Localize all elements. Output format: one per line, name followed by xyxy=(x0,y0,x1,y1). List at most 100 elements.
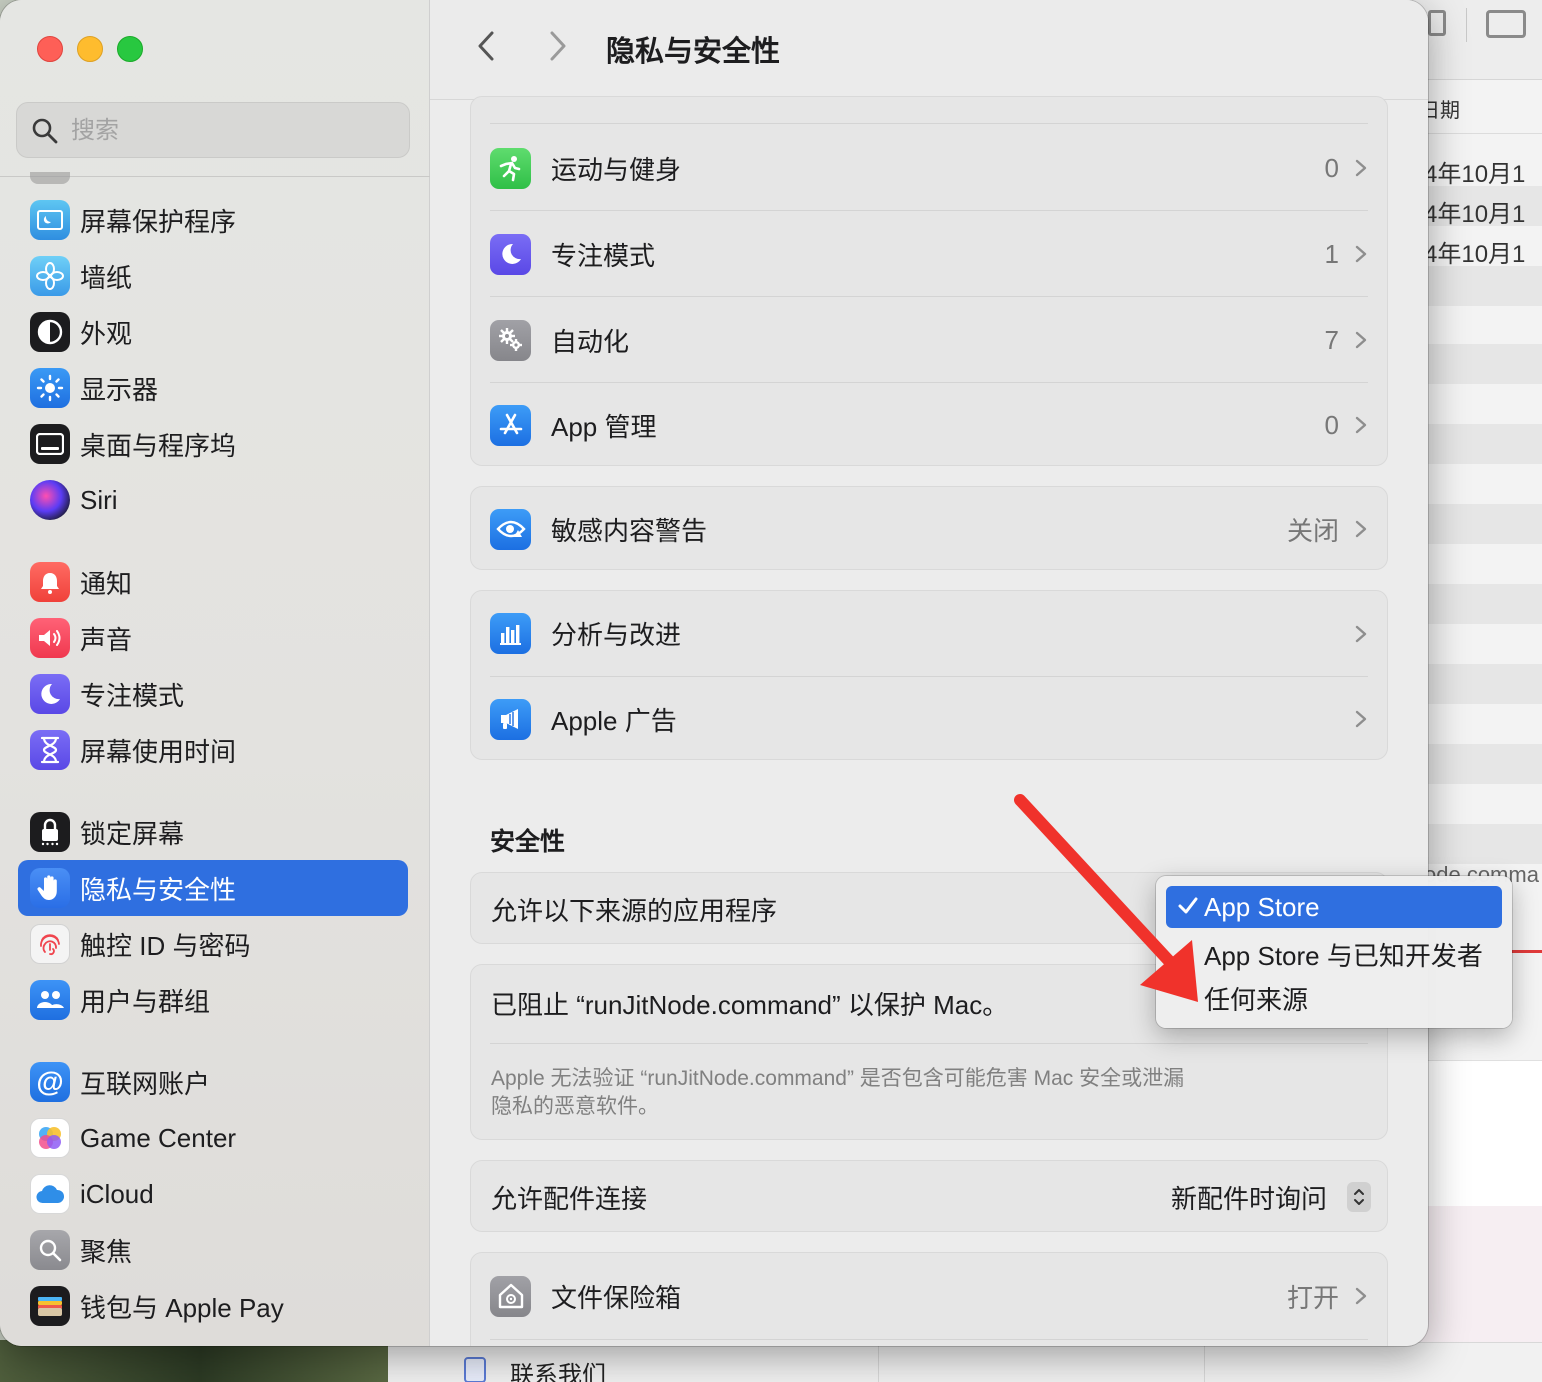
checkmark-icon xyxy=(1178,897,1198,914)
row-fitness[interactable]: 运动与健身 0 xyxy=(471,125,1389,211)
row-automation[interactable]: 自动化 7 xyxy=(471,297,1389,383)
security-section-title: 安全性 xyxy=(490,828,566,856)
sidebar-item-label: 专注模式 xyxy=(80,680,185,711)
row-value: 打开 xyxy=(1286,1282,1339,1313)
row-apple-ads[interactable]: Apple 广告 xyxy=(471,677,1389,761)
menu-item-anywhere[interactable]: 任何来源 xyxy=(1166,974,1502,1016)
sidebar-item-game-center[interactable]: Game Center xyxy=(18,1110,408,1166)
chevron-right-icon xyxy=(1355,520,1367,538)
sensitive-content-card: 敏感内容警告 关闭 xyxy=(470,486,1388,570)
sidebar-item-siri[interactable]: Siri xyxy=(18,472,408,528)
row-count: 7 xyxy=(1324,324,1339,355)
gallery-view-icon[interactable] xyxy=(1486,10,1526,38)
menu-item-label: 任何来源 xyxy=(1204,985,1309,1015)
users-groups-icon xyxy=(30,980,70,1020)
system-settings-window: 屏幕保护程序 墙纸 外观 显示器 桌面与程序坞 xyxy=(0,0,1428,1346)
menu-item-app-store-identified-developers[interactable]: App Store 与已知开发者 xyxy=(1166,930,1502,972)
sidebar-item-notifications[interactable]: 通知 xyxy=(18,554,408,610)
chevron-right-icon xyxy=(1355,416,1367,434)
accessory-popup-value[interactable]: 新配件时询问 xyxy=(1171,1179,1327,1216)
row-label: 允许以下来源的应用程序 xyxy=(491,895,778,926)
chevron-left-icon xyxy=(478,31,494,61)
sidebar-item-desktop-dock[interactable]: 桌面与程序坞 xyxy=(18,416,408,472)
row-value: 关闭 xyxy=(1286,515,1339,546)
chevron-right-icon xyxy=(1355,710,1367,728)
chevron-right-icon xyxy=(1355,1287,1367,1305)
row-label: 敏感内容警告 xyxy=(551,515,708,546)
app-source-popup-menu: App Store App Store 与已知开发者 任何来源 xyxy=(1156,876,1512,1028)
zoom-button[interactable] xyxy=(117,36,143,62)
row-filevault[interactable]: 文件保险箱 打开 xyxy=(471,1253,1389,1339)
notifications-icon xyxy=(30,562,70,602)
analytics-ads-card: 分析与改进 Apple 广告 xyxy=(470,590,1388,760)
row-count: 0 xyxy=(1324,409,1339,440)
sidebar-item-label: 触控 ID 与密码 xyxy=(80,930,251,961)
sidebar-item-wallet[interactable]: 钱包与 Apple Pay xyxy=(18,1278,408,1334)
automation-gears-icon xyxy=(490,319,531,361)
row-divider xyxy=(490,123,1368,124)
background-bottom-window: 联系我们 xyxy=(388,1342,1542,1382)
sidebar-item-icloud[interactable]: iCloud xyxy=(18,1166,408,1222)
close-button[interactable] xyxy=(37,36,63,62)
siri-icon xyxy=(30,480,70,520)
sidebar-item-sound[interactable]: 声音 xyxy=(18,610,408,666)
privacy-permissions-card: 运动与健身 0 专注模式 1 自动化 7 App 管理 0 xyxy=(470,96,1388,466)
row-app-management[interactable]: App 管理 0 xyxy=(471,383,1389,467)
forward-button[interactable] xyxy=(538,26,578,66)
sidebar-item-spotlight[interactable]: 聚焦 xyxy=(18,1222,408,1278)
row-label: 分析与改进 xyxy=(551,620,682,650)
scrolled-item-fragment xyxy=(30,172,70,184)
row-label: 文件保险箱 xyxy=(551,1282,682,1313)
row-allow-accessories[interactable]: 允许配件连接 新配件时询问 xyxy=(471,1161,1389,1233)
sidebar-item-displays[interactable]: 显示器 xyxy=(18,360,408,416)
app-store-icon xyxy=(490,404,531,446)
row-analytics[interactable]: 分析与改进 xyxy=(471,591,1389,676)
sidebar-item-privacy-security[interactable]: 隐私与安全性 xyxy=(18,860,408,916)
sidebar-item-label: 显示器 xyxy=(80,374,159,405)
sidebar-item-label: Game Center xyxy=(80,1122,237,1153)
filevault-house-icon xyxy=(490,1275,531,1317)
sidebar-item-touch-id[interactable]: 触控 ID 与密码 xyxy=(18,916,408,972)
search-input[interactable] xyxy=(71,113,391,149)
sensitive-content-eye-icon xyxy=(490,508,531,550)
screensaver-icon xyxy=(30,200,70,240)
row-label: 自动化 xyxy=(551,326,630,357)
popup-stepper[interactable] xyxy=(1347,1182,1371,1212)
sidebar-item-internet-accounts[interactable]: @ 互联网账户 xyxy=(18,1054,408,1110)
row-focus[interactable]: 专注模式 1 xyxy=(471,211,1389,297)
privacy-hand-icon xyxy=(30,868,70,908)
sidebar-item-users-groups[interactable]: 用户与群组 xyxy=(18,972,408,1028)
sidebar-item-appearance[interactable]: 外观 xyxy=(18,304,408,360)
chevron-right-icon xyxy=(1355,331,1367,349)
sidebar-item-screen-time[interactable]: 屏幕使用时间 xyxy=(18,722,408,778)
contact-us-item[interactable]: 联系我们 xyxy=(510,1355,606,1382)
row-count: 0 xyxy=(1324,152,1339,183)
sidebar-item-screensaver[interactable]: 屏幕保护程序 xyxy=(18,192,408,248)
minimize-button[interactable] xyxy=(77,36,103,62)
description-line: Apple 无法验证 “runJitNode.command” 是否包含可能危害… xyxy=(491,1067,1185,1090)
back-button[interactable] xyxy=(466,26,506,66)
document-icon xyxy=(464,1357,486,1382)
sidebar-item-label: 桌面与程序坞 xyxy=(80,430,237,461)
sidebar-item-label: 隐私与安全性 xyxy=(80,874,237,905)
icloud-icon xyxy=(30,1174,70,1214)
row-label: 专注模式 xyxy=(551,240,656,271)
menu-item-label: App Store 与已知开发者 xyxy=(1204,941,1483,971)
description-line: 隐私的恶意软件。 xyxy=(491,1095,659,1118)
accessory-card: 允许配件连接 新配件时询问 xyxy=(470,1160,1388,1232)
column-divider xyxy=(878,1343,879,1382)
internet-accounts-icon: @ xyxy=(30,1062,70,1102)
sidebar-item-label: 锁定屏幕 xyxy=(80,818,185,849)
sidebar-item-lock-screen[interactable]: 锁定屏幕 xyxy=(18,804,408,860)
displays-icon xyxy=(30,368,70,408)
sidebar-item-label: Siri xyxy=(80,484,118,515)
row-sensitive-content[interactable]: 敏感内容警告 关闭 xyxy=(471,487,1389,571)
sidebar-item-focus[interactable]: 专注模式 xyxy=(18,666,408,722)
sidebar-item-wallpaper[interactable]: 墙纸 xyxy=(18,248,408,304)
desktop-wallpaper xyxy=(0,1340,400,1382)
menu-item-app-store[interactable]: App Store xyxy=(1166,886,1502,928)
search-field[interactable] xyxy=(16,102,410,158)
sidebar-toggle-icon[interactable] xyxy=(1428,10,1446,36)
row-label: 运动与健身 xyxy=(551,154,682,185)
sidebar-item-label: 声音 xyxy=(80,624,133,655)
